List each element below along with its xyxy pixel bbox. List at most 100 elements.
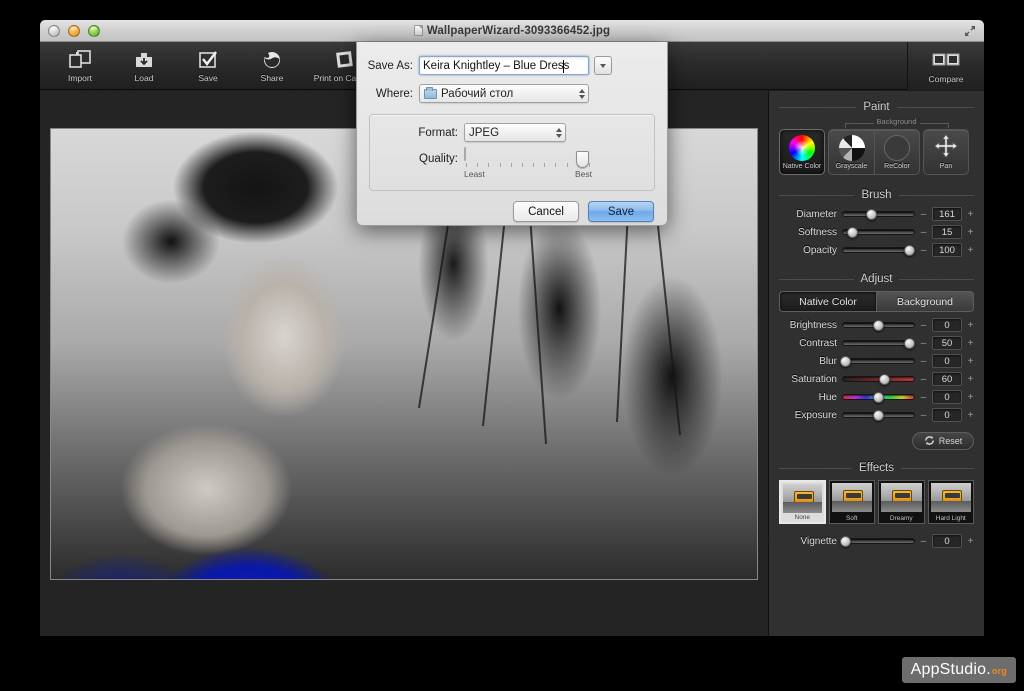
window-titlebar: WallpaperWizard-3093366452.jpg [40, 20, 984, 42]
compare-button[interactable]: Compare [916, 44, 976, 88]
adjust-contrast-value[interactable]: 50 [932, 336, 962, 350]
paint-tool-recolor[interactable]: ReColor [874, 129, 920, 175]
quality-least-label: Least [464, 169, 485, 179]
adjust-contrast-increment[interactable]: + [967, 338, 974, 349]
adjust-saturation-increment[interactable]: + [967, 374, 974, 385]
effect-none[interactable]: None [779, 480, 826, 524]
save-button[interactable]: Save [178, 44, 238, 88]
adjust-contrast-decrement[interactable]: – [920, 338, 927, 349]
adjust-section-header: Adjust [779, 273, 974, 285]
adjust-hue-slider[interactable] [842, 394, 915, 400]
paint-tool-native-color[interactable]: Native Color [779, 129, 825, 175]
effect-none-label: None [781, 514, 824, 521]
adjust-saturation-value[interactable]: 60 [932, 372, 962, 386]
effect-soft-label: Soft [830, 515, 874, 522]
adjust-brightness-increment[interactable]: + [967, 320, 974, 331]
paint-tool-pan[interactable]: Pan [923, 129, 969, 175]
quality-slider-thumb[interactable] [576, 151, 589, 168]
adjust-segment-native-color[interactable]: Native Color [779, 291, 876, 312]
adjust-exposure-row: Exposure – 0 + [779, 408, 974, 422]
paint-tool-pan-label: Pan [940, 163, 952, 170]
pan-move-icon [934, 134, 958, 161]
where-row: Where: Рабочий стол [357, 84, 667, 103]
import-icon [68, 48, 92, 71]
adjust-brightness-decrement[interactable]: – [920, 320, 927, 331]
share-button[interactable]: Share [242, 44, 302, 88]
cancel-button[interactable]: Cancel [513, 201, 579, 222]
brush-diameter-slider[interactable] [842, 211, 915, 217]
brush-opacity-value[interactable]: 100 [932, 243, 962, 257]
save-confirm-button[interactable]: Save [588, 201, 654, 222]
adjust-exposure-slider[interactable] [842, 412, 915, 418]
recolor-circle-icon [884, 135, 910, 161]
adjust-saturation-slider[interactable] [842, 376, 915, 382]
adjust-blur-row: Blur – 0 + [779, 354, 974, 368]
save-as-sheet: Save As: Keira Knightley – Blue Dress Wh… [356, 42, 668, 226]
minimize-button[interactable] [68, 25, 80, 37]
adjust-hue-row: Hue – 0 + [779, 390, 974, 404]
where-label: Where: [357, 88, 419, 100]
adjust-exposure-decrement[interactable]: – [920, 410, 927, 421]
load-button[interactable]: Load [114, 44, 174, 88]
brush-opacity-increment[interactable]: + [967, 245, 974, 256]
save-as-input[interactable]: Keira Knightley – Blue Dress [419, 56, 589, 75]
color-wheel-icon [789, 135, 815, 161]
close-button[interactable] [48, 25, 60, 37]
adjust-blur-decrement[interactable]: – [920, 356, 927, 367]
brush-softness-value[interactable]: 15 [932, 225, 962, 239]
adjust-hue-value[interactable]: 0 [932, 390, 962, 404]
zoom-button[interactable] [88, 25, 100, 37]
adjust-blur-value[interactable]: 0 [932, 354, 962, 368]
brush-diameter-value[interactable]: 161 [932, 207, 962, 221]
vignette-increment[interactable]: + [967, 536, 974, 547]
adjust-brightness-value[interactable]: 0 [932, 318, 962, 332]
load-label: Load [135, 73, 154, 83]
import-button[interactable]: Import [50, 44, 110, 88]
paint-tool-grayscale[interactable]: Grayscale [828, 129, 874, 175]
format-select[interactable]: JPEG [464, 123, 566, 142]
window-title-text: WallpaperWizard-3093366452.jpg [427, 25, 610, 37]
window-title: WallpaperWizard-3093366452.jpg [414, 25, 610, 37]
save-as-disclosure-button[interactable] [594, 56, 612, 75]
brush-softness-slider[interactable] [842, 229, 915, 235]
brush-softness-increment[interactable]: + [967, 227, 974, 238]
effect-soft[interactable]: Soft [829, 480, 875, 524]
adjust-hue-decrement[interactable]: – [920, 392, 927, 403]
watermark-tld: org [992, 666, 1007, 676]
effect-hard-light-label: Hard Light [929, 515, 973, 522]
effect-hard-light[interactable]: Hard Light [928, 480, 974, 524]
brush-softness-row: Softness – 15 + [779, 225, 974, 239]
adjust-blur-increment[interactable]: + [967, 356, 974, 367]
fullscreen-button[interactable] [962, 23, 978, 39]
brush-diameter-increment[interactable]: + [967, 209, 974, 220]
adjust-contrast-slider[interactable] [842, 340, 915, 346]
effect-dreamy[interactable]: Dreamy [878, 480, 924, 524]
where-select[interactable]: Рабочий стол [419, 84, 589, 103]
adjust-target-segmented-control: Native Color Background [779, 291, 974, 312]
vignette-value[interactable]: 0 [932, 534, 962, 548]
adjust-blur-slider[interactable] [842, 358, 915, 364]
reset-button[interactable]: Reset [912, 432, 974, 450]
brush-opacity-decrement[interactable]: – [920, 245, 927, 256]
adjust-exposure-value[interactable]: 0 [932, 408, 962, 422]
adjust-saturation-decrement[interactable]: – [920, 374, 927, 385]
sheet-button-row: Cancel Save [370, 201, 654, 222]
quality-best-label: Best [575, 169, 592, 179]
quality-slider[interactable]: Least Best [464, 148, 592, 179]
adjust-segment-background[interactable]: Background [876, 291, 974, 312]
brush-opacity-slider[interactable] [842, 247, 915, 253]
vignette-slider[interactable] [842, 538, 915, 544]
brush-diameter-label: Diameter [779, 209, 837, 220]
brush-diameter-decrement[interactable]: – [920, 209, 927, 220]
paint-tool-recolor-label: ReColor [884, 163, 910, 170]
brush-softness-decrement[interactable]: – [920, 227, 927, 238]
brush-opacity-row: Opacity – 100 + [779, 243, 974, 257]
adjust-brightness-slider[interactable] [842, 322, 915, 328]
save-as-row: Save As: Keira Knightley – Blue Dress [357, 56, 667, 75]
format-label: Format: [370, 127, 464, 139]
reset-button-label: Reset [939, 436, 963, 446]
adjust-exposure-increment[interactable]: + [967, 410, 974, 421]
watermark-name: AppStudio. [911, 661, 991, 679]
adjust-hue-increment[interactable]: + [967, 392, 974, 403]
vignette-decrement[interactable]: – [920, 536, 927, 547]
